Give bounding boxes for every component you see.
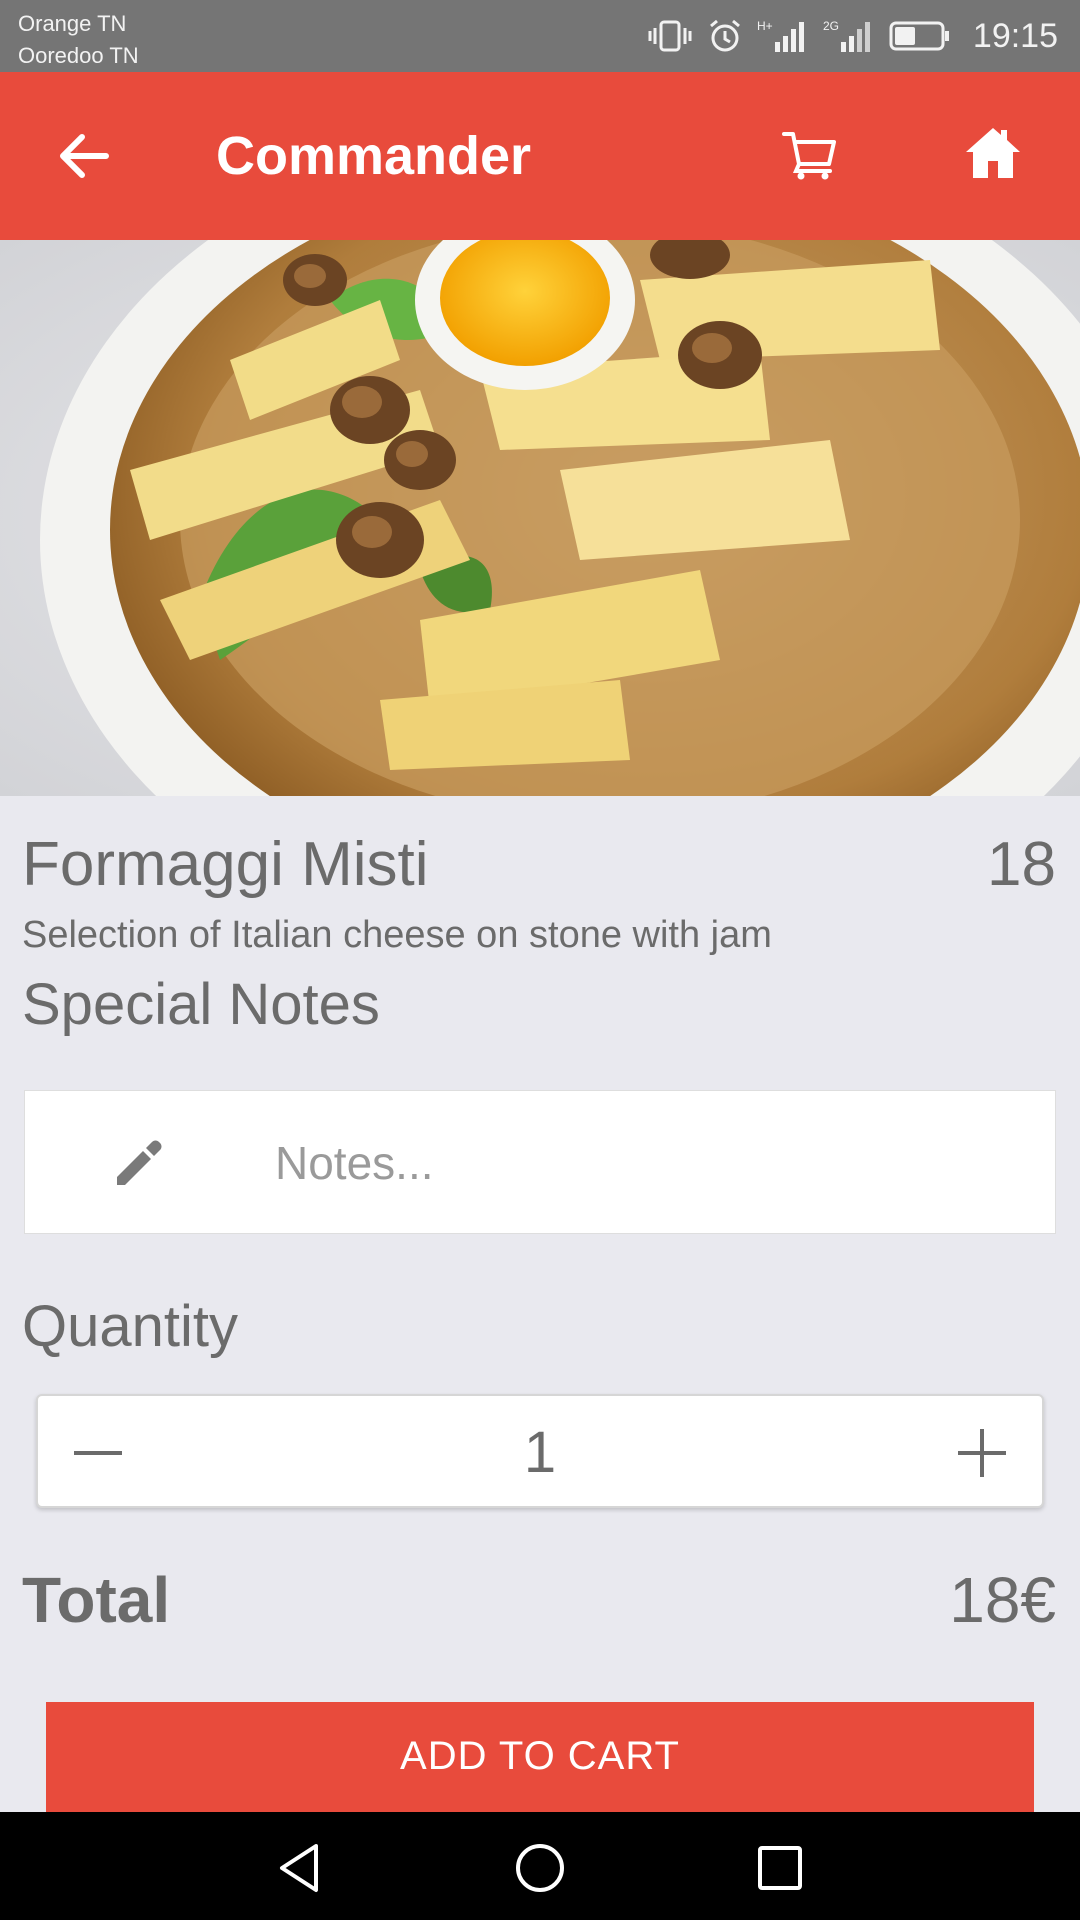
add-to-cart-button[interactable]: ADD TO CART (46, 1702, 1034, 1812)
triangle-back-icon (280, 1844, 318, 1892)
signal-1-icon: H+ (757, 18, 809, 54)
dish-name: Formaggi Misti (22, 830, 429, 899)
quantity-value: 1 (523, 1420, 557, 1485)
plus-icon (958, 1429, 1006, 1477)
app-bar: Commander (0, 72, 1080, 240)
quantity-stepper: 1 (36, 1394, 1044, 1508)
minus-icon (74, 1451, 122, 1455)
carriers: Orange TN Ooredoo TN (18, 8, 139, 72)
carrier-1: Orange TN (18, 11, 127, 36)
circle-home-icon (516, 1844, 564, 1892)
notes-input[interactable] (275, 1127, 1015, 1199)
status-bar: Orange TN Ooredoo TN H+ 2G 19:15 (0, 0, 1080, 72)
cart-icon (782, 132, 836, 180)
vibrate-icon (647, 18, 693, 54)
nav-home-button[interactable] (512, 1840, 568, 1896)
home-button[interactable] (958, 118, 1028, 188)
system-nav-bar (0, 1812, 1080, 1920)
alarm-icon (707, 18, 743, 54)
total-label: Total (22, 1564, 171, 1636)
network-1-label: H+ (757, 19, 773, 33)
battery-icon (889, 20, 951, 52)
carrier-2: Ooredoo TN (18, 43, 139, 68)
quantity-heading: Quantity (22, 1294, 238, 1359)
total-value: 18€ (949, 1564, 1056, 1636)
decrement-button[interactable] (68, 1423, 128, 1483)
network-2-label: 2G (823, 19, 839, 33)
arrow-left-icon (60, 134, 109, 178)
special-notes-heading: Special Notes (22, 972, 380, 1037)
status-icons: H+ 2G 19:15 (647, 0, 1058, 72)
square-recent-icon (758, 1846, 802, 1890)
cart-button[interactable] (774, 120, 844, 190)
dish-price: 18 (987, 830, 1056, 899)
notes-field[interactable] (24, 1090, 1056, 1234)
dish-image (0, 240, 1080, 796)
home-icon (966, 128, 1020, 178)
back-button[interactable] (52, 124, 116, 188)
signal-2-icon: 2G (823, 18, 875, 54)
page-title: Commander (216, 126, 532, 186)
nav-recent-button[interactable] (752, 1840, 808, 1896)
pencil-icon (117, 1140, 162, 1185)
dish-description: Selection of Italian cheese on stone wit… (22, 914, 772, 956)
increment-button[interactable] (952, 1423, 1012, 1483)
nav-back-button[interactable] (272, 1840, 328, 1896)
clock: 19:15 (972, 16, 1058, 55)
